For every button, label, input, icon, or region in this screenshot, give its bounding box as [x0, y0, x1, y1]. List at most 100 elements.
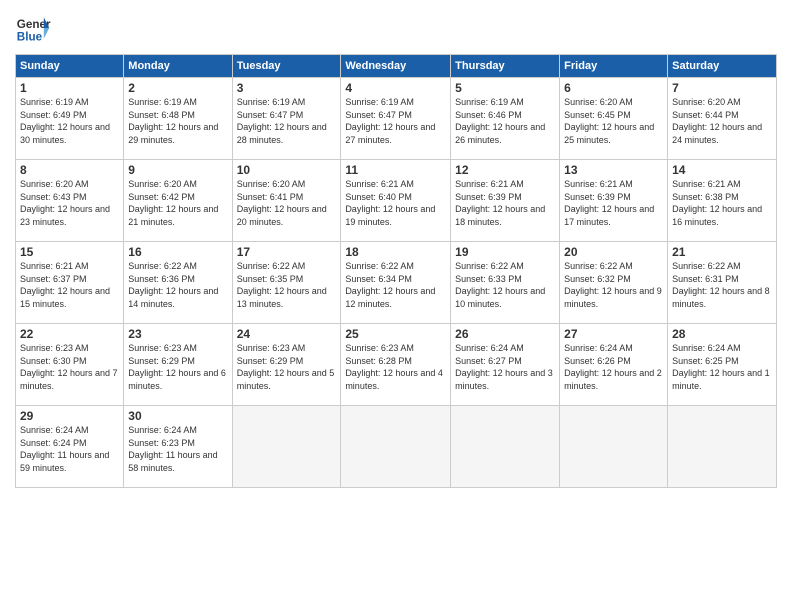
day-info: Sunrise: 6:22 AMSunset: 6:33 PMDaylight:…: [455, 260, 555, 310]
weekday-header-sunday: Sunday: [16, 55, 124, 78]
day-number: 17: [237, 245, 337, 259]
calendar-cell: 17Sunrise: 6:22 AMSunset: 6:35 PMDayligh…: [232, 242, 341, 324]
day-number: 22: [20, 327, 119, 341]
calendar-week-row: 29Sunrise: 6:24 AMSunset: 6:24 PMDayligh…: [16, 406, 777, 488]
calendar-cell: 10Sunrise: 6:20 AMSunset: 6:41 PMDayligh…: [232, 160, 341, 242]
calendar-cell: 11Sunrise: 6:21 AMSunset: 6:40 PMDayligh…: [341, 160, 451, 242]
day-number: 10: [237, 163, 337, 177]
calendar-cell: 23Sunrise: 6:23 AMSunset: 6:29 PMDayligh…: [124, 324, 232, 406]
calendar-cell: 22Sunrise: 6:23 AMSunset: 6:30 PMDayligh…: [16, 324, 124, 406]
day-info: Sunrise: 6:23 AMSunset: 6:29 PMDaylight:…: [237, 342, 337, 392]
day-number: 2: [128, 81, 227, 95]
day-number: 21: [672, 245, 772, 259]
day-number: 9: [128, 163, 227, 177]
calendar-cell: 19Sunrise: 6:22 AMSunset: 6:33 PMDayligh…: [451, 242, 560, 324]
day-info: Sunrise: 6:20 AMSunset: 6:43 PMDaylight:…: [20, 178, 119, 228]
day-info: Sunrise: 6:24 AMSunset: 6:27 PMDaylight:…: [455, 342, 555, 392]
day-info: Sunrise: 6:24 AMSunset: 6:25 PMDaylight:…: [672, 342, 772, 392]
svg-text:Blue: Blue: [17, 31, 43, 44]
day-number: 20: [564, 245, 663, 259]
calendar-cell: 4Sunrise: 6:19 AMSunset: 6:47 PMDaylight…: [341, 78, 451, 160]
calendar-cell: 13Sunrise: 6:21 AMSunset: 6:39 PMDayligh…: [560, 160, 668, 242]
calendar-cell: [668, 406, 777, 488]
day-info: Sunrise: 6:22 AMSunset: 6:31 PMDaylight:…: [672, 260, 772, 310]
day-info: Sunrise: 6:22 AMSunset: 6:35 PMDaylight:…: [237, 260, 337, 310]
day-info: Sunrise: 6:21 AMSunset: 6:37 PMDaylight:…: [20, 260, 119, 310]
day-info: Sunrise: 6:22 AMSunset: 6:32 PMDaylight:…: [564, 260, 663, 310]
calendar-week-row: 8Sunrise: 6:20 AMSunset: 6:43 PMDaylight…: [16, 160, 777, 242]
logo-icon: General Blue: [15, 10, 51, 46]
header: General Blue: [15, 10, 777, 46]
weekday-header-thursday: Thursday: [451, 55, 560, 78]
calendar-week-row: 1Sunrise: 6:19 AMSunset: 6:49 PMDaylight…: [16, 78, 777, 160]
day-number: 25: [345, 327, 446, 341]
day-info: Sunrise: 6:21 AMSunset: 6:39 PMDaylight:…: [564, 178, 663, 228]
day-number: 28: [672, 327, 772, 341]
day-info: Sunrise: 6:22 AMSunset: 6:34 PMDaylight:…: [345, 260, 446, 310]
calendar-cell: 29Sunrise: 6:24 AMSunset: 6:24 PMDayligh…: [16, 406, 124, 488]
calendar-cell: 20Sunrise: 6:22 AMSunset: 6:32 PMDayligh…: [560, 242, 668, 324]
calendar-cell: 27Sunrise: 6:24 AMSunset: 6:26 PMDayligh…: [560, 324, 668, 406]
day-number: 30: [128, 409, 227, 423]
day-number: 15: [20, 245, 119, 259]
calendar-cell: 3Sunrise: 6:19 AMSunset: 6:47 PMDaylight…: [232, 78, 341, 160]
day-info: Sunrise: 6:21 AMSunset: 6:39 PMDaylight:…: [455, 178, 555, 228]
day-info: Sunrise: 6:23 AMSunset: 6:30 PMDaylight:…: [20, 342, 119, 392]
day-number: 11: [345, 163, 446, 177]
calendar-cell: 9Sunrise: 6:20 AMSunset: 6:42 PMDaylight…: [124, 160, 232, 242]
day-info: Sunrise: 6:19 AMSunset: 6:48 PMDaylight:…: [128, 96, 227, 146]
day-info: Sunrise: 6:23 AMSunset: 6:29 PMDaylight:…: [128, 342, 227, 392]
calendar-cell: 25Sunrise: 6:23 AMSunset: 6:28 PMDayligh…: [341, 324, 451, 406]
day-number: 16: [128, 245, 227, 259]
page: General Blue SundayMondayTuesdayWednesda…: [0, 0, 792, 612]
weekday-header-wednesday: Wednesday: [341, 55, 451, 78]
day-info: Sunrise: 6:21 AMSunset: 6:38 PMDaylight:…: [672, 178, 772, 228]
calendar-cell: 7Sunrise: 6:20 AMSunset: 6:44 PMDaylight…: [668, 78, 777, 160]
calendar-cell: 14Sunrise: 6:21 AMSunset: 6:38 PMDayligh…: [668, 160, 777, 242]
calendar-cell: 8Sunrise: 6:20 AMSunset: 6:43 PMDaylight…: [16, 160, 124, 242]
day-info: Sunrise: 6:19 AMSunset: 6:47 PMDaylight:…: [237, 96, 337, 146]
calendar-cell: 26Sunrise: 6:24 AMSunset: 6:27 PMDayligh…: [451, 324, 560, 406]
calendar-cell: 6Sunrise: 6:20 AMSunset: 6:45 PMDaylight…: [560, 78, 668, 160]
day-number: 29: [20, 409, 119, 423]
calendar-cell: [341, 406, 451, 488]
day-info: Sunrise: 6:24 AMSunset: 6:23 PMDaylight:…: [128, 424, 227, 474]
weekday-header-friday: Friday: [560, 55, 668, 78]
day-number: 6: [564, 81, 663, 95]
calendar-cell: 28Sunrise: 6:24 AMSunset: 6:25 PMDayligh…: [668, 324, 777, 406]
day-info: Sunrise: 6:19 AMSunset: 6:49 PMDaylight:…: [20, 96, 119, 146]
calendar-cell: 21Sunrise: 6:22 AMSunset: 6:31 PMDayligh…: [668, 242, 777, 324]
day-info: Sunrise: 6:20 AMSunset: 6:42 PMDaylight:…: [128, 178, 227, 228]
day-number: 4: [345, 81, 446, 95]
day-number: 7: [672, 81, 772, 95]
calendar-cell: [560, 406, 668, 488]
day-number: 23: [128, 327, 227, 341]
day-info: Sunrise: 6:19 AMSunset: 6:47 PMDaylight:…: [345, 96, 446, 146]
calendar-cell: 2Sunrise: 6:19 AMSunset: 6:48 PMDaylight…: [124, 78, 232, 160]
day-info: Sunrise: 6:23 AMSunset: 6:28 PMDaylight:…: [345, 342, 446, 392]
day-number: 24: [237, 327, 337, 341]
calendar-cell: 12Sunrise: 6:21 AMSunset: 6:39 PMDayligh…: [451, 160, 560, 242]
weekday-header-row: SundayMondayTuesdayWednesdayThursdayFrid…: [16, 55, 777, 78]
calendar-cell: 30Sunrise: 6:24 AMSunset: 6:23 PMDayligh…: [124, 406, 232, 488]
day-number: 14: [672, 163, 772, 177]
day-number: 5: [455, 81, 555, 95]
day-info: Sunrise: 6:24 AMSunset: 6:24 PMDaylight:…: [20, 424, 119, 474]
day-number: 27: [564, 327, 663, 341]
calendar-cell: [232, 406, 341, 488]
day-info: Sunrise: 6:20 AMSunset: 6:44 PMDaylight:…: [672, 96, 772, 146]
weekday-header-saturday: Saturday: [668, 55, 777, 78]
weekday-header-monday: Monday: [124, 55, 232, 78]
day-number: 13: [564, 163, 663, 177]
calendar-cell: 5Sunrise: 6:19 AMSunset: 6:46 PMDaylight…: [451, 78, 560, 160]
day-number: 8: [20, 163, 119, 177]
calendar-cell: 24Sunrise: 6:23 AMSunset: 6:29 PMDayligh…: [232, 324, 341, 406]
calendar-cell: 18Sunrise: 6:22 AMSunset: 6:34 PMDayligh…: [341, 242, 451, 324]
day-info: Sunrise: 6:20 AMSunset: 6:45 PMDaylight:…: [564, 96, 663, 146]
calendar-cell: 16Sunrise: 6:22 AMSunset: 6:36 PMDayligh…: [124, 242, 232, 324]
calendar-cell: 1Sunrise: 6:19 AMSunset: 6:49 PMDaylight…: [16, 78, 124, 160]
day-info: Sunrise: 6:21 AMSunset: 6:40 PMDaylight:…: [345, 178, 446, 228]
day-number: 3: [237, 81, 337, 95]
day-info: Sunrise: 6:24 AMSunset: 6:26 PMDaylight:…: [564, 342, 663, 392]
day-info: Sunrise: 6:19 AMSunset: 6:46 PMDaylight:…: [455, 96, 555, 146]
